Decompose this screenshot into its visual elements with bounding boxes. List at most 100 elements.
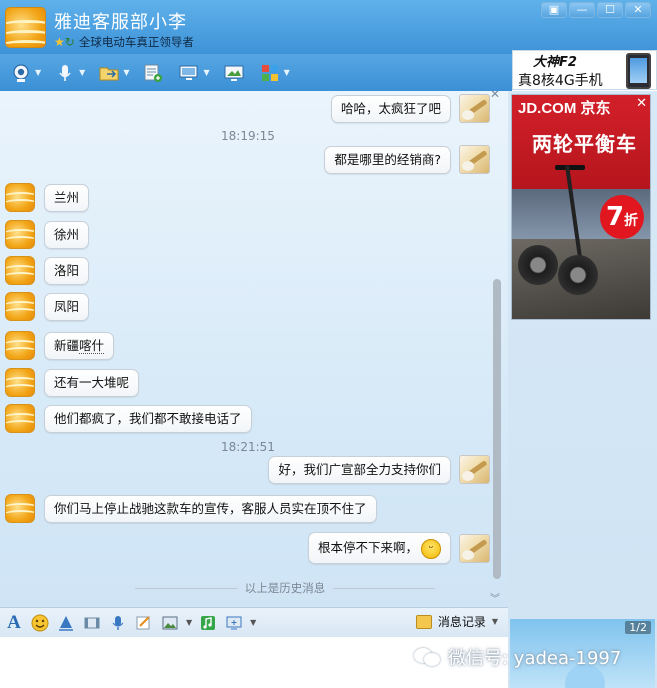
screenshot-icon[interactable] [224, 613, 244, 633]
self-avatar[interactable] [459, 145, 490, 174]
folder-transfer-icon [97, 62, 121, 84]
file-transfer-button[interactable]: ▼ [94, 59, 132, 87]
message-bubble[interactable]: 还有一大堆呢 [44, 368, 140, 397]
microphone-icon [53, 62, 77, 84]
message-bubble[interactable]: 他们都疯了，我们都不敢接电话了 [44, 404, 252, 433]
share-screen-button[interactable] [219, 59, 249, 87]
graffiti-icon[interactable] [134, 613, 154, 633]
document-add-icon [141, 62, 165, 84]
message-self: 都是哪里的经销商? [324, 145, 490, 174]
apps-grid-icon [258, 62, 282, 84]
create-discussion-button[interactable] [138, 59, 168, 87]
contact-avatar-small[interactable] [5, 183, 35, 212]
message-other: 新疆喀什 [5, 331, 115, 360]
message-bubble[interactable]: 新疆喀什 [44, 331, 115, 360]
chevron-down-icon[interactable]: ▼ [250, 618, 256, 627]
voice-call-button[interactable]: ▼ [50, 59, 88, 87]
phone-image [626, 53, 651, 89]
self-avatar[interactable] [459, 533, 490, 563]
chevron-down-icon: ▼ [491, 617, 498, 626]
message-bubble[interactable]: 徐州 [44, 220, 90, 249]
divider-line [135, 587, 237, 589]
message-history[interactable]: ✕ 哈哈，太疯狂了吧 18:19:15 都是哪里的经销商? 兰州 徐州 洛阳 凤… [0, 91, 508, 607]
share-screen-icon [222, 62, 246, 84]
side-panel: JD.COM 京东 ✕ 两轮平衡车 7折 [508, 91, 657, 688]
message-bubble[interactable]: 凤阳 [44, 292, 90, 321]
contact-avatar-small[interactable] [5, 494, 35, 523]
jd-ad-banner[interactable]: JD.COM 京东 ✕ 两轮平衡车 7折 [511, 94, 651, 320]
message-bubble[interactable]: 好，我们广宣部全力支持你们 [268, 455, 451, 484]
maximize-button[interactable]: ☐ [597, 2, 623, 18]
ad-close-icon[interactable]: ✕ [636, 96, 647, 111]
skin-button[interactable]: ▣ [541, 2, 567, 18]
phone-ad-banner[interactable]: 大神F2 真8核4G手机 [512, 50, 657, 90]
chat-toolbar: ▼ ▼ ▼ ▼ ▼ [0, 54, 512, 91]
history-divider: 以上是历史消息 [135, 580, 435, 596]
chevron-down-icon: ▼ [203, 68, 210, 77]
window-controls: ▣ — ☐ ✕ [541, 2, 651, 18]
music-icon[interactable] [198, 613, 218, 633]
apps-button[interactable]: ▼ [255, 59, 293, 87]
message-history-button[interactable]: 消息记录 ▼ [415, 613, 498, 630]
contact-avatar-small[interactable] [5, 331, 35, 360]
star-icon: ★ [54, 35, 65, 49]
contact-avatar-small[interactable] [5, 292, 35, 321]
self-avatar[interactable] [459, 455, 490, 484]
wechat-icon [414, 646, 442, 668]
message-self: 根本停不下来啊， ᵕ [307, 532, 490, 564]
history-icon [415, 614, 432, 629]
message-bubble[interactable]: 洛阳 [44, 256, 90, 285]
video-clip-icon[interactable] [82, 613, 102, 633]
message-bubble[interactable]: 你们马上停止战驰这款车的宣传，客服人员实在顶不住了 [44, 494, 377, 523]
message-bubble[interactable]: 都是哪里的经销商? [324, 145, 451, 174]
ad-brand: 大神F2 [533, 55, 577, 70]
message-other: 徐州 [5, 220, 90, 249]
chevron-down-icon[interactable]: ▼ [186, 618, 192, 627]
camera-icon [9, 62, 33, 84]
contact-signature: 全球电动车真正领导者 [78, 35, 194, 49]
close-icon[interactable]: ✕ [490, 91, 500, 101]
grin-emoji-icon: ᵕ [421, 538, 441, 559]
remote-desktop-button[interactable]: ▼ [174, 59, 212, 87]
jd-logo: JD.COM 京东 [518, 100, 611, 117]
contact-avatar[interactable] [5, 7, 46, 48]
input-toolbar: A ▼ ▼ 消息记录 ▼ [0, 607, 508, 637]
contact-status: ★↻ 全球电动车真正领导者 [54, 34, 194, 50]
message-text: 新疆 [54, 337, 80, 353]
contact-avatar-small[interactable] [5, 404, 35, 433]
scroll-down-icon[interactable]: ︾ [490, 590, 500, 605]
segway-wheel [518, 245, 558, 285]
emoji-icon[interactable] [30, 613, 50, 633]
message-text: 根本停不下来啊， [317, 540, 418, 555]
spellcheck-word: 喀什 [79, 337, 105, 354]
message-self: 好，我们广宣部全力支持你们 [268, 455, 490, 484]
discount-unit: 折 [624, 213, 639, 229]
voice-message-icon[interactable] [108, 613, 128, 633]
remote-desktop-icon [177, 62, 201, 84]
shake-window-icon[interactable] [56, 613, 76, 633]
close-button[interactable]: ✕ [625, 2, 651, 18]
send-image-icon[interactable] [160, 613, 180, 633]
message-bubble[interactable]: 兰州 [44, 183, 90, 212]
discount-number: 7 [605, 202, 625, 232]
chevron-down-icon: ▼ [123, 68, 130, 77]
self-avatar[interactable] [459, 94, 490, 123]
contact-avatar-small[interactable] [5, 256, 35, 285]
contact-avatar-small[interactable] [5, 368, 35, 397]
minimize-button[interactable]: — [569, 2, 595, 18]
chevron-down-icon: ▼ [283, 68, 290, 77]
divider-line [333, 587, 435, 589]
refresh-icon: ↻ [64, 35, 75, 49]
discount-badge: 7折 [600, 195, 644, 239]
font-button[interactable]: A [4, 612, 24, 633]
message-other: 洛阳 [5, 256, 90, 285]
video-call-button[interactable]: ▼ [6, 59, 44, 87]
message-timestamp: 18:19:15 [221, 129, 275, 143]
message-self: 哈哈，太疯狂了吧 [330, 94, 490, 123]
contact-name[interactable]: 雅迪客服部小李 [54, 8, 187, 34]
segway-handle [555, 165, 585, 170]
message-bubble[interactable]: 哈哈，太疯狂了吧 [330, 94, 451, 123]
scrollbar-thumb[interactable] [493, 279, 501, 579]
contact-avatar-small[interactable] [5, 220, 35, 249]
message-bubble[interactable]: 根本停不下来啊， ᵕ [307, 532, 451, 564]
